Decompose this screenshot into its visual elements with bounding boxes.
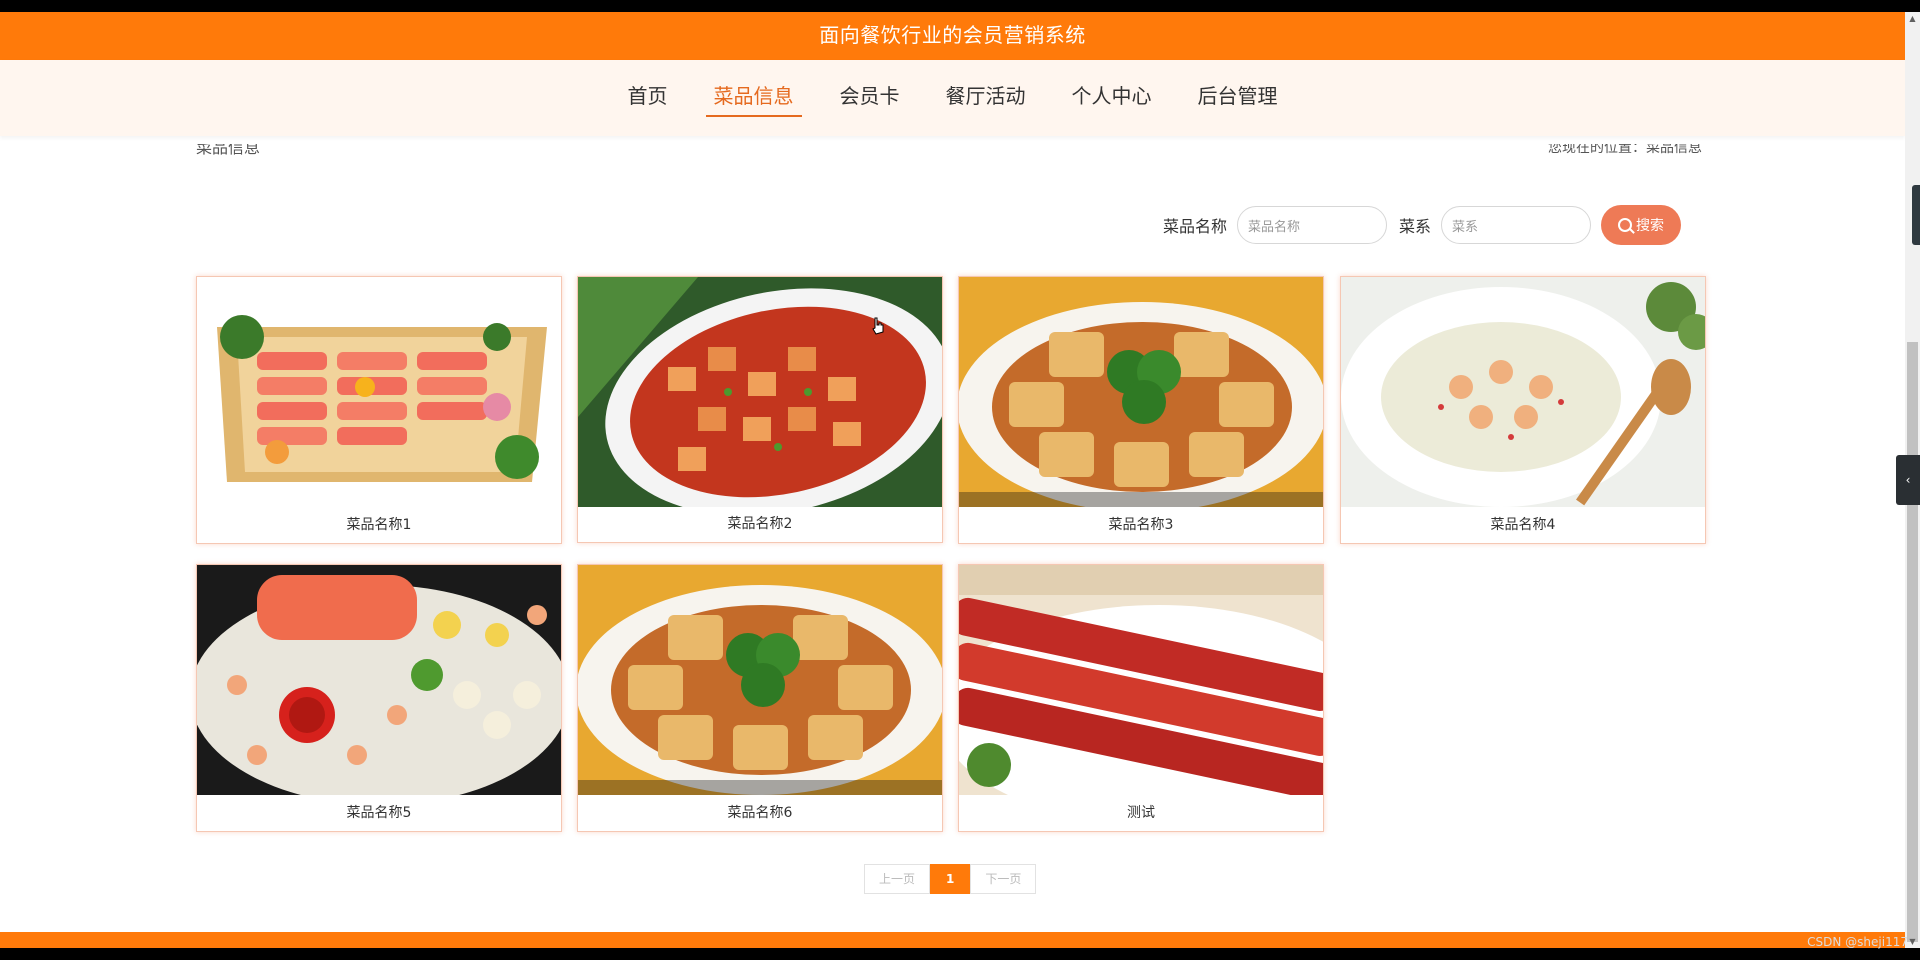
dish-card[interactable]: 菜品名称5: [196, 564, 562, 832]
page-title: 菜品信息: [196, 144, 261, 157]
dish-name: 测试: [1127, 805, 1155, 821]
nav-item-home[interactable]: 首页: [620, 74, 676, 117]
shrimp-soup-icon: [1341, 277, 1705, 507]
site-title: 面向餐饮行业的会员营销系统: [819, 23, 1086, 47]
search-icon: [1618, 218, 1632, 232]
dish-name: 菜品名称5: [346, 805, 412, 821]
pagination: 上一页 1 下一页: [864, 864, 1037, 894]
nav-item-admin[interactable]: 后台管理: [1190, 74, 1286, 117]
dish-card[interactable]: 菜品名称2: [577, 276, 943, 543]
mapo-tofu-icon: [578, 277, 942, 507]
chevron-left-icon: ‹: [1905, 473, 1911, 487]
nav-item-personal-center[interactable]: 个人中心: [1064, 74, 1160, 117]
main-nav: 首页 菜品信息 会员卡 餐厅活动 个人中心 后台管理: [0, 74, 1905, 117]
dish-card[interactable]: 菜品名称6: [577, 564, 943, 832]
char-siu-pork-icon: [959, 565, 1323, 795]
dish-name: 菜品名称3: [1108, 517, 1174, 533]
scroll-up-icon[interactable]: ▲: [1908, 14, 1917, 23]
dish-name: 菜品名称6: [727, 805, 793, 821]
cuisine-label: 菜系: [1398, 217, 1431, 236]
dish-name-input[interactable]: 菜品名称: [1236, 206, 1387, 244]
dish-name: 菜品名称2: [727, 516, 793, 532]
collapse-sidebar-button[interactable]: ‹: [1896, 455, 1920, 505]
hand-cursor-icon: [872, 317, 884, 335]
nav-item-dishes[interactable]: 菜品信息: [705, 74, 802, 117]
browser-viewport: 面向餐饮行业的会员营销系统 首页 菜品信息 会员卡 餐厅活动 个人中心 后台管理…: [0, 12, 1905, 948]
dish-card[interactable]: 测试: [958, 564, 1324, 832]
fried-tofu-broccoli-icon: [578, 565, 942, 795]
search-bar: 菜品名称 菜品名称 菜系 菜系 搜索: [1151, 205, 1681, 245]
search-button-label: 搜索: [1636, 218, 1664, 234]
cuisine-input[interactable]: 菜系: [1441, 206, 1591, 244]
dish-name: 菜品名称4: [1490, 517, 1556, 533]
site-header: 面向餐饮行业的会员营销系统: [0, 12, 1905, 60]
page-1-button[interactable]: 1: [930, 864, 971, 894]
next-page-button[interactable]: 下一页: [970, 864, 1037, 894]
fried-tofu-broccoli-icon: [959, 277, 1323, 507]
nav-item-member-card[interactable]: 会员卡: [832, 74, 908, 117]
site-footer: [0, 932, 1905, 948]
watermark: CSDN @sheji117: [1807, 935, 1908, 949]
seafood-platter-icon: [197, 565, 561, 795]
side-widget[interactable]: [1912, 185, 1920, 245]
main-nav-bar: 首页 菜品信息 会员卡 餐厅活动 个人中心 后台管理: [0, 60, 1905, 136]
breadcrumb: 您现在的位置：菜品信息: [1548, 144, 1702, 156]
prev-page-button[interactable]: 上一页: [864, 864, 931, 894]
nav-item-activities[interactable]: 餐厅活动: [938, 74, 1034, 117]
dish-card[interactable]: 菜品名称3: [958, 276, 1324, 544]
salmon-sashimi-icon: [197, 277, 561, 507]
dish-card[interactable]: 菜品名称4: [1340, 276, 1706, 544]
scrollbar-thumb[interactable]: [1907, 342, 1918, 942]
dish-name-label: 菜品名称: [1162, 217, 1227, 236]
search-button[interactable]: 搜索: [1601, 205, 1681, 245]
dish-name: 菜品名称1: [346, 517, 412, 533]
scroll-down-icon[interactable]: ▼: [1908, 937, 1917, 946]
dish-card[interactable]: 菜品名称1: [196, 276, 562, 544]
